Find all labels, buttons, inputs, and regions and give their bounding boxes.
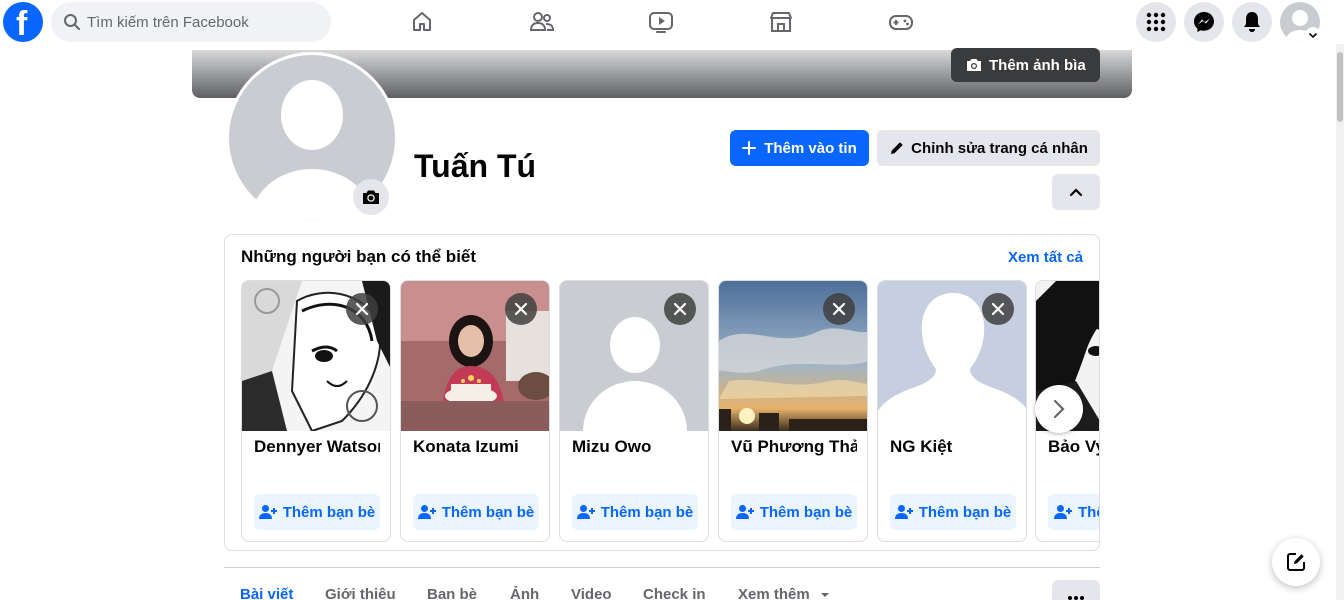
add-friend-button[interactable]: Thêm bạn bè [890, 494, 1016, 530]
pencil-icon [891, 142, 903, 154]
plus-icon [742, 141, 757, 155]
dismiss-suggestion-button[interactable] [982, 293, 1014, 325]
tab-more-label: Xem thêm [738, 586, 810, 600]
update-profile-picture-button[interactable] [353, 179, 389, 215]
page-scrollbar[interactable] [1336, 44, 1344, 600]
new-message-button[interactable] [1272, 538, 1320, 586]
add-friend-button[interactable]: Thêm bạn bè [1048, 494, 1099, 530]
tab-posts[interactable]: Bài viết [240, 586, 293, 600]
suggestion-card[interactable]: Mizu Owo Thêm bạn bè [559, 280, 709, 542]
add-friend-icon [576, 505, 595, 519]
add-friend-label: Thêm bạn bè [1078, 503, 1099, 521]
add-friend-button[interactable]: Thêm bạn bè [413, 494, 539, 530]
facebook-logo-letter: f [16, 5, 28, 43]
dismiss-suggestion-button[interactable] [505, 293, 537, 325]
tab-more[interactable]: Xem thêm [738, 586, 830, 600]
add-friend-icon [417, 505, 436, 519]
suggestion-name[interactable]: Konata Izumi [413, 437, 539, 457]
add-friend-button[interactable]: Thêm bạn bè [731, 494, 857, 530]
edit-profile-button[interactable]: Chỉnh sửa trang cá nhân [877, 130, 1100, 166]
edit-profile-label: Chỉnh sửa trang cá nhân [911, 139, 1088, 157]
watch-icon [649, 12, 673, 33]
close-icon [355, 302, 369, 316]
add-friend-button[interactable]: Thêm bạn bè [572, 494, 698, 530]
suggestion-name[interactable]: Vũ Phương Thảo [731, 437, 857, 457]
watch-tab[interactable] [631, 0, 691, 44]
suggestion-card[interactable]: Vũ Phương Thảo Thêm bạn bè [718, 280, 868, 542]
collapse-suggestions-button[interactable] [1052, 174, 1100, 210]
tabs-divider [224, 567, 1100, 568]
people-you-may-know-panel: Những người bạn có thể biết Xem tất cả D… [224, 234, 1100, 551]
ellipsis-icon [1068, 596, 1084, 600]
tab-videos[interactable]: Video [571, 586, 612, 600]
suggestion-card[interactable]: Dennyer Watson Thêm bạn bè [241, 280, 391, 542]
camera-icon [967, 59, 981, 71]
add-friend-icon [1054, 505, 1072, 519]
top-navbar: f [0, 0, 1344, 44]
tab-check-ins[interactable]: Check in [643, 586, 706, 600]
add-cover-photo-label: Thêm ảnh bìa [989, 56, 1086, 74]
add-friend-button[interactable]: Thêm bạn bè [254, 494, 380, 530]
suggestion-name[interactable]: NG Kiệt [890, 437, 1016, 457]
more-options-button[interactable] [1052, 580, 1100, 600]
next-suggestions-button[interactable] [1035, 385, 1083, 433]
add-to-story-label: Thêm vào tin [764, 139, 857, 157]
dismiss-suggestion-button[interactable] [823, 293, 855, 325]
add-friend-label: Thêm bạn bè [441, 503, 535, 521]
tab-photos[interactable]: Ảnh [510, 586, 539, 600]
messenger-button[interactable] [1184, 2, 1224, 42]
add-cover-photo-button[interactable]: Thêm ảnh bìa [951, 48, 1100, 82]
facebook-logo[interactable]: f [3, 2, 43, 43]
close-icon [832, 302, 846, 316]
close-icon [514, 302, 528, 316]
marketplace-tab[interactable] [751, 0, 811, 44]
caret-down-icon [820, 593, 829, 598]
tab-friends[interactable]: Bạn bè [427, 586, 477, 600]
suggestion-name[interactable]: Bảo Vy [1048, 437, 1099, 457]
messenger-icon [1194, 12, 1214, 32]
suggestion-card[interactable]: NG Kiệt Thêm bạn bè [877, 280, 1027, 542]
add-friend-icon [735, 505, 754, 519]
add-friend-icon [258, 505, 277, 519]
gaming-icon [889, 15, 913, 30]
gaming-tab[interactable] [871, 0, 931, 44]
suggestion-card[interactable]: Konata Izumi Thêm bạn bè [400, 280, 550, 542]
friends-icon [529, 12, 555, 31]
close-icon [991, 302, 1005, 316]
scrollbar-thumb[interactable] [1337, 52, 1343, 122]
close-icon [673, 302, 687, 316]
camera-icon [363, 190, 379, 204]
menu-button[interactable] [1136, 2, 1176, 42]
search-box[interactable] [51, 2, 331, 42]
chevron-up-icon [1069, 188, 1083, 197]
add-friend-label: Thêm bạn bè [600, 503, 694, 521]
marketplace-icon [770, 12, 792, 32]
suggestion-name[interactable]: Dennyer Watson [254, 437, 380, 457]
dismiss-suggestion-button[interactable] [346, 293, 378, 325]
panel-title: Những người bạn có thể biết [241, 247, 477, 266]
dismiss-suggestion-button[interactable] [664, 293, 696, 325]
compose-icon [1287, 553, 1305, 571]
search-icon [64, 14, 80, 30]
chevron-right-icon [1053, 399, 1065, 419]
search-input[interactable] [87, 2, 317, 42]
home-tab[interactable] [392, 0, 452, 44]
tab-about[interactable]: Giới thiệu [325, 586, 396, 600]
notifications-button[interactable] [1232, 2, 1272, 42]
home-icon [413, 12, 431, 31]
menu-grid-icon [1146, 12, 1166, 32]
account-chevron-icon[interactable] [1304, 26, 1322, 44]
suggestion-name[interactable]: Mizu Owo [572, 437, 698, 457]
add-to-story-button[interactable]: Thêm vào tin [730, 130, 869, 166]
bell-icon [1244, 12, 1260, 32]
add-friend-label: Thêm bạn bè [918, 503, 1012, 521]
profile-name: Tuấn Tú [414, 148, 537, 184]
friends-tab[interactable] [512, 0, 572, 44]
add-friend-label: Thêm bạn bè [759, 503, 853, 521]
add-friend-label: Thêm bạn bè [282, 503, 376, 521]
add-friend-icon [894, 505, 913, 519]
see-all-link[interactable]: Xem tất cả [1008, 249, 1083, 266]
